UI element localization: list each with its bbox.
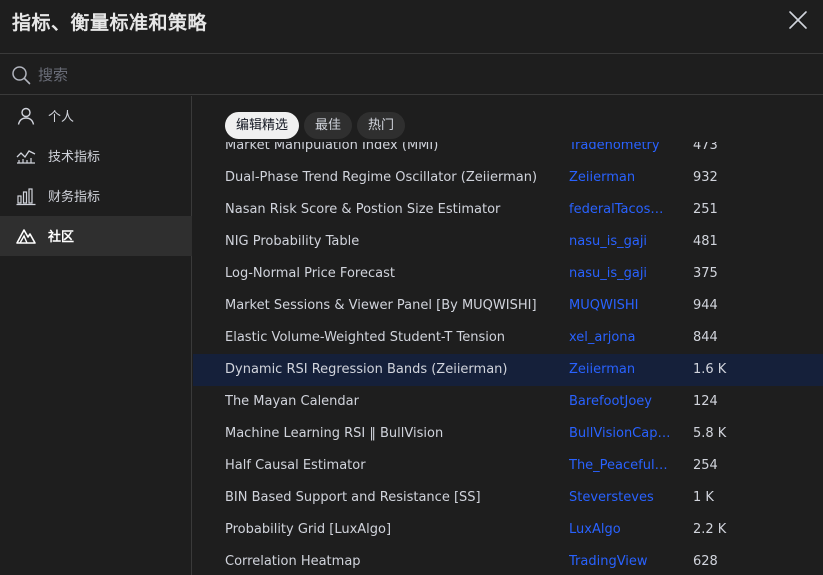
- sidebar-item-label: 社区: [48, 230, 75, 245]
- technical-indicator-icon: [15, 145, 37, 167]
- script-author-link[interactable]: TradingView: [569, 546, 671, 575]
- script-row[interactable]: Half Causal Estimator The_Peaceful… 254: [193, 450, 823, 482]
- filter-tabs: 编辑精选 最佳 热门: [225, 112, 406, 140]
- sidebar-item-label: 个人: [48, 110, 75, 125]
- script-boost-count: 932: [693, 170, 718, 185]
- script-name: Half Causal Estimator: [225, 458, 366, 473]
- script-boost-count: 124: [693, 394, 718, 409]
- script-row[interactable]: Machine Learning RSI ‖ BullVision BullVi…: [193, 418, 823, 450]
- script-name: Correlation Heatmap: [225, 554, 361, 569]
- close-icon[interactable]: [787, 9, 809, 31]
- script-author-link[interactable]: Steversteves: [569, 482, 671, 514]
- script-list: Market Manipulation Index (MMI) Tradenom…: [193, 130, 823, 575]
- script-author-link[interactable]: LuxAlgo: [569, 514, 671, 546]
- script-row[interactable]: Nasan Risk Score & Postion Size Estimato…: [193, 194, 823, 226]
- script-boost-count: 1.6 K: [693, 362, 727, 377]
- script-name: Nasan Risk Score & Postion Size Estimato…: [225, 202, 501, 217]
- script-name: BIN Based Support and Resistance [SS]: [225, 490, 481, 505]
- script-author-link[interactable]: MUQWISHI: [569, 290, 671, 322]
- script-name: Dual-Phase Trend Regime Oscillator (Zeii…: [225, 170, 538, 185]
- script-boost-count: 2.2 K: [693, 522, 727, 537]
- script-row[interactable]: Dynamic RSI Regression Bands (Zeiierman)…: [193, 354, 823, 386]
- script-row[interactable]: Log-Normal Price Forecast nasu_is_gaji 3…: [193, 258, 823, 290]
- sidebar-item-technicals[interactable]: 技术指标: [0, 136, 192, 176]
- script-row[interactable]: Dual-Phase Trend Regime Oscillator (Zeii…: [193, 162, 823, 194]
- script-boost-count: 251: [693, 202, 718, 217]
- script-row[interactable]: BIN Based Support and Resistance [SS] St…: [193, 482, 823, 514]
- tab-trending[interactable]: 热门: [357, 112, 406, 139]
- script-boost-count: 481: [693, 234, 718, 249]
- script-list-panel: 编辑精选 最佳 热门 Market Manipulation Index (MM…: [193, 96, 823, 575]
- script-author-link[interactable]: nasu_is_gaji: [569, 258, 671, 290]
- tab-editors-picks[interactable]: 编辑精选: [225, 112, 300, 139]
- script-name: Market Sessions & Viewer Panel [By MUQWI…: [225, 298, 537, 313]
- script-author-link[interactable]: BarefootJoey: [569, 386, 671, 418]
- search-bar: [0, 55, 823, 95]
- sidebar-item-financials[interactable]: 财务指标: [0, 176, 192, 216]
- search-icon: [11, 65, 31, 85]
- sidebar-item-label: 财务指标: [48, 190, 101, 205]
- script-name: Probability Grid [LuxAlgo]: [225, 522, 392, 537]
- script-author-link[interactable]: BullVisionCapi…: [569, 418, 671, 450]
- script-name: NIG Probability Table: [225, 234, 360, 249]
- script-boost-count: 5.8 K: [693, 426, 727, 441]
- financial-bar-chart-icon: [15, 185, 37, 207]
- script-boost-count: 944: [693, 298, 718, 313]
- script-name: Log-Normal Price Forecast: [225, 266, 395, 281]
- search-input[interactable]: [38, 63, 798, 87]
- script-name: Machine Learning RSI ‖ BullVision: [225, 426, 444, 441]
- user-icon: [15, 105, 37, 127]
- script-name: The Mayan Calendar: [225, 394, 359, 409]
- script-author-link[interactable]: nasu_is_gaji: [569, 226, 671, 258]
- script-row[interactable]: The Mayan Calendar BarefootJoey 124: [193, 386, 823, 418]
- dialog-header: 指标、衡量标准和策略: [0, 0, 823, 54]
- script-author-link[interactable]: The_Peaceful…: [569, 450, 671, 482]
- script-row[interactable]: Elastic Volume-Weighted Student-T Tensio…: [193, 322, 823, 354]
- script-row[interactable]: NIG Probability Table nasu_is_gaji 481: [193, 226, 823, 258]
- indicators-dialog: 指标、衡量标准和策略 个人 技术指标 财务指标: [0, 0, 823, 575]
- script-row[interactable]: Correlation Heatmap TradingView 628: [193, 546, 823, 575]
- script-author-link[interactable]: Zeiierman: [569, 162, 671, 194]
- script-boost-count: 844: [693, 330, 718, 345]
- script-name: Dynamic RSI Regression Bands (Zeiierman): [225, 362, 508, 377]
- sidebar: 个人 技术指标 财务指标 社区: [0, 96, 192, 575]
- script-boost-count: 254: [693, 458, 718, 473]
- script-boost-count: 1 K: [693, 490, 714, 505]
- script-author-link[interactable]: federalTacos5…: [569, 194, 671, 226]
- dialog-title: 指标、衡量标准和策略: [12, 12, 208, 34]
- script-boost-count: 375: [693, 266, 718, 281]
- sidebar-item-personal[interactable]: 个人: [0, 96, 192, 136]
- community-scripts-icon: [15, 225, 37, 247]
- script-author-link[interactable]: Zeiierman: [569, 354, 671, 386]
- sidebar-item-community[interactable]: 社区: [0, 216, 192, 256]
- script-boost-count: 628: [693, 554, 718, 569]
- script-row[interactable]: Market Sessions & Viewer Panel [By MUQWI…: [193, 290, 823, 322]
- script-author-link[interactable]: xel_arjona: [569, 322, 671, 354]
- tab-top[interactable]: 最佳: [304, 112, 353, 139]
- sidebar-item-label: 技术指标: [48, 150, 101, 165]
- script-row[interactable]: Probability Grid [LuxAlgo] LuxAlgo 2.2 K: [193, 514, 823, 546]
- script-name: Elastic Volume-Weighted Student-T Tensio…: [225, 330, 506, 345]
